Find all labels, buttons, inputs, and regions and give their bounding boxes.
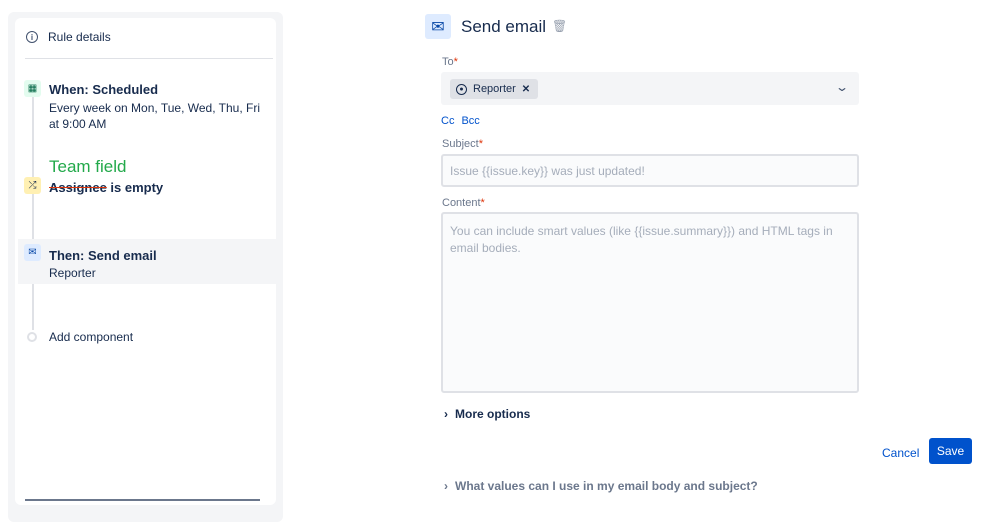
chevron-right-icon: ›	[444, 407, 448, 421]
bcc-link[interactable]: Bcc	[461, 115, 479, 127]
more-options-label: More options	[455, 407, 531, 421]
page-title: Send email	[461, 17, 547, 36]
rule-details-label: Rule details	[48, 30, 111, 44]
chip-label: Reporter	[473, 83, 516, 95]
divider	[25, 58, 273, 59]
action-subtitle: Reporter	[49, 266, 96, 280]
subject-label: Subject	[442, 138, 479, 150]
required-mark: *	[480, 197, 485, 209]
rule-details-link[interactable]: i Rule details	[26, 30, 111, 44]
struck-field-name: Assignee	[49, 180, 107, 195]
remove-chip-icon[interactable]: ✕	[522, 84, 530, 95]
horizontal-scrollbar[interactable]	[25, 499, 260, 501]
chevron-right-icon: ›	[444, 479, 448, 493]
condition-text: is empty	[106, 180, 164, 195]
more-options-toggle[interactable]: › More options	[444, 407, 530, 421]
reporter-chip: ● Reporter ✕	[450, 79, 539, 99]
shuffle-icon: ⤮	[24, 177, 41, 194]
calendar-icon: ▦	[24, 80, 41, 97]
condition-item[interactable]: ⤮ Assignee is empty	[18, 176, 276, 200]
trigger-item[interactable]: ▦ When: Scheduled Every week on Mon, Tue…	[18, 76, 276, 132]
content-textarea[interactable]: You can include smart values (like {{iss…	[441, 212, 859, 393]
cc-link[interactable]: Cc	[441, 115, 454, 127]
action-item-selected[interactable]: ✉ Then: Send email Reporter	[18, 239, 276, 284]
info-icon: i	[26, 31, 38, 43]
add-component-label: Add component	[49, 330, 134, 344]
help-label: What values can I use in my email body a…	[455, 479, 758, 493]
user-icon: ●	[456, 83, 467, 95]
save-button[interactable]: Save	[929, 438, 972, 464]
trash-icon[interactable]: 🗑	[552, 19, 567, 33]
required-mark: *	[453, 56, 458, 68]
team-field-annotation: Team field	[49, 157, 127, 176]
to-label: To	[442, 56, 454, 68]
to-select[interactable]: ● Reporter ✕ ⌄	[441, 72, 859, 105]
action-title: Then: Send email	[49, 248, 157, 263]
trigger-subtitle: Every week on Mon, Tue, Wed, Thu, Fri at…	[49, 101, 260, 131]
required-mark: *	[478, 138, 483, 150]
email-icon: ✉	[24, 244, 41, 261]
trigger-title: When: Scheduled	[49, 82, 159, 97]
content-label: Content	[442, 197, 481, 209]
chevron-down-icon: ⌄	[834, 80, 850, 94]
email-icon: ✉	[425, 14, 451, 39]
subject-input[interactable]: Issue {{issue.key}} was just updated!	[441, 154, 859, 187]
help-toggle[interactable]: › What values can I use in my email body…	[444, 479, 758, 493]
add-circle-icon	[27, 332, 37, 342]
cancel-button[interactable]: Cancel	[882, 446, 919, 460]
subject-placeholder: Issue {{issue.key}} was just updated!	[450, 164, 645, 178]
content-placeholder: You can include smart values (like {{iss…	[450, 224, 833, 255]
add-component-button[interactable]: Add component	[27, 330, 133, 344]
